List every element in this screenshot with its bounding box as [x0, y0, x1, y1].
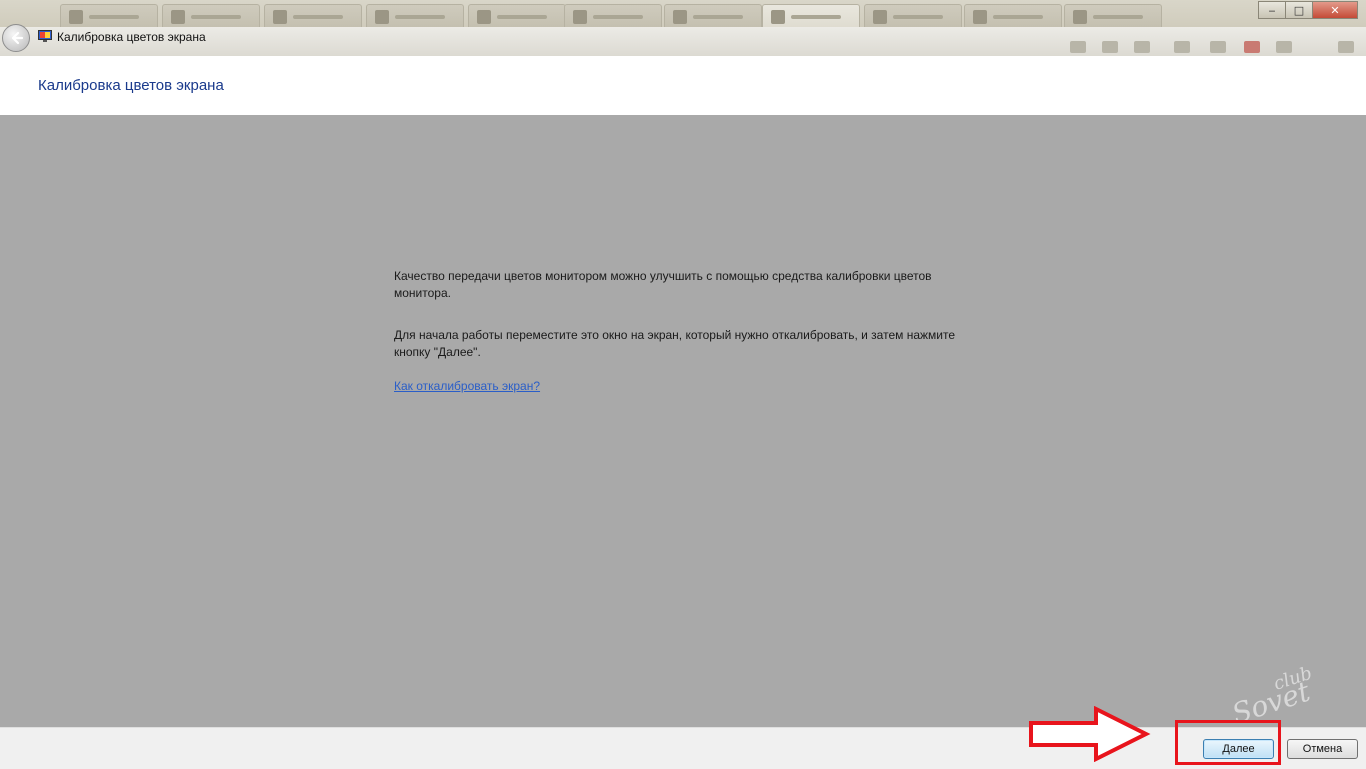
window-controls: ‒ □ ✕ [1258, 1, 1358, 19]
background-toolbar-icon [1276, 41, 1292, 53]
background-toolbar-icon [1174, 41, 1190, 53]
dialog-header: Калибровка цветов экрана [0, 56, 1366, 115]
back-button[interactable] [2, 24, 30, 52]
tab-favicon-icon [477, 10, 491, 24]
tab-favicon-icon [873, 10, 887, 24]
background-toolbar-icon [1102, 41, 1118, 53]
next-button-highlight-frame [1175, 720, 1281, 765]
background-tab [264, 4, 362, 29]
background-toolbar-icon [1210, 41, 1226, 53]
tab-favicon-icon [673, 10, 687, 24]
back-arrow-icon [11, 31, 24, 45]
how-to-calibrate-link[interactable]: Как откалибровать экран? [394, 378, 540, 395]
minimize-button[interactable]: ‒ [1258, 1, 1286, 19]
tab-favicon-icon [771, 10, 785, 24]
tab-favicon-icon [273, 10, 287, 24]
background-tab-active [762, 4, 860, 29]
background-browser-tabstrip: ‒ □ ✕ [0, 0, 1366, 30]
background-toolbar-icon [1244, 41, 1260, 53]
main-content: Качество передачи цветов монитором можно… [394, 268, 974, 395]
background-toolbar-icon [1134, 41, 1150, 53]
instructions-paragraph: Для начала работы переместите это окно н… [394, 328, 956, 359]
background-tab [366, 4, 464, 29]
tab-favicon-icon [973, 10, 987, 24]
background-tab [964, 4, 1062, 29]
tab-favicon-icon [375, 10, 389, 24]
tab-favicon-icon [1073, 10, 1087, 24]
tab-favicon-icon [171, 10, 185, 24]
background-tab [564, 4, 662, 29]
monitor-color-icon [38, 30, 52, 42]
dialog-title-bar: Калибровка цветов экрана [0, 24, 1366, 56]
close-icon: ✕ [1330, 3, 1340, 17]
background-toolbar-icon [1338, 41, 1354, 53]
background-tab [864, 4, 962, 29]
dialog-footer: Далее Отмена [0, 727, 1366, 769]
background-tab [468, 4, 566, 29]
minimize-icon: ‒ [1268, 3, 1276, 17]
background-tab [162, 4, 260, 29]
close-button[interactable]: ✕ [1312, 1, 1358, 19]
cancel-button[interactable]: Отмена [1287, 739, 1358, 759]
tab-favicon-icon [69, 10, 83, 24]
background-tab [1064, 4, 1162, 29]
arrow-right-icon [1029, 706, 1151, 762]
window-title: Калибровка цветов экрана [57, 30, 206, 44]
tab-favicon-icon [573, 10, 587, 24]
background-tab [60, 4, 158, 29]
background-tab [664, 4, 762, 29]
background-toolbar-icon [1070, 41, 1086, 53]
maximize-icon: □ [1293, 3, 1305, 17]
maximize-button[interactable]: □ [1285, 1, 1313, 19]
page-title: Калибровка цветов экрана [38, 77, 224, 94]
intro-paragraph: Качество передачи цветов монитором можно… [394, 269, 932, 300]
